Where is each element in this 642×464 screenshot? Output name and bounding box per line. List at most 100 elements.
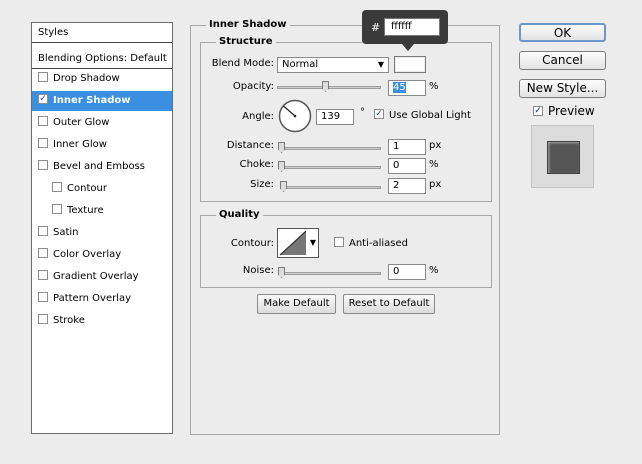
choke-value: 0 bbox=[393, 160, 400, 171]
angle-input[interactable]: 139 bbox=[316, 109, 354, 125]
new-style-button[interactable]: New Style... bbox=[519, 79, 606, 98]
distance-input[interactable]: 1 bbox=[388, 139, 426, 155]
chevron-down-icon: ▼ bbox=[377, 60, 384, 69]
style-item-bevel-and-emboss[interactable]: Bevel and Emboss bbox=[32, 157, 172, 177]
style-item-label: Stroke bbox=[53, 315, 85, 326]
reset-to-default-label: Reset to Default bbox=[348, 298, 430, 309]
style-item-label: Inner Shadow bbox=[53, 95, 131, 106]
styles-header[interactable]: Styles bbox=[32, 23, 172, 43]
style-item-label: Color Overlay bbox=[53, 249, 122, 260]
noise-unit: % bbox=[429, 265, 439, 276]
style-checkbox-satin[interactable] bbox=[38, 226, 48, 236]
style-checkbox-texture[interactable] bbox=[52, 204, 62, 214]
style-item-pattern-overlay[interactable]: Pattern Overlay bbox=[32, 289, 172, 309]
contour-chevron-down-icon: ▼ bbox=[309, 238, 316, 247]
size-input[interactable]: 2 bbox=[388, 178, 426, 194]
make-default-button[interactable]: Make Default bbox=[257, 294, 336, 314]
tooltip-pointer bbox=[402, 44, 414, 51]
style-item-label: Pattern Overlay bbox=[53, 293, 132, 304]
blending-options-label: Blending Options: Default bbox=[38, 53, 167, 64]
style-item-color-overlay[interactable]: Color Overlay bbox=[32, 245, 172, 265]
style-checkbox-bevel-and-emboss[interactable] bbox=[38, 160, 48, 170]
noise-slider-track[interactable] bbox=[280, 272, 381, 275]
angle-value: 139 bbox=[321, 111, 341, 122]
style-item-outer-glow[interactable]: Outer Glow bbox=[32, 113, 172, 133]
style-item-label: Gradient Overlay bbox=[53, 271, 139, 282]
distance-value: 1 bbox=[393, 141, 400, 152]
anti-aliased-label: Anti-aliased bbox=[349, 238, 409, 249]
styles-panel: Styles Blending Options: Default Drop Sh… bbox=[31, 22, 173, 434]
style-item-contour[interactable]: Contour bbox=[32, 179, 172, 199]
angle-unit: ° bbox=[360, 107, 365, 118]
blend-mode-select[interactable]: Normal ▼ bbox=[277, 57, 389, 73]
preview-checkbox[interactable]: Preview bbox=[533, 104, 595, 118]
noise-value: 0 bbox=[393, 266, 400, 277]
blending-options-item[interactable]: Blending Options: Default bbox=[32, 49, 172, 69]
style-item-label: Satin bbox=[53, 227, 79, 238]
style-checkbox-drop-shadow[interactable] bbox=[38, 72, 48, 82]
shadow-color-fill bbox=[396, 58, 424, 71]
new-style-label: New Style... bbox=[526, 81, 599, 95]
size-value: 2 bbox=[393, 180, 400, 191]
opacity-input[interactable]: 45 bbox=[388, 80, 426, 96]
contour-curve-icon bbox=[279, 230, 307, 256]
hash-label: # bbox=[371, 21, 381, 34]
style-item-label: Drop Shadow bbox=[53, 73, 120, 84]
style-checkbox-inner-shadow[interactable] bbox=[38, 94, 48, 104]
quality-title: Quality bbox=[216, 209, 263, 220]
cancel-label: Cancel bbox=[542, 53, 583, 67]
choke-unit: % bbox=[429, 159, 439, 170]
style-item-label: Outer Glow bbox=[53, 117, 110, 128]
choke-input[interactable]: 0 bbox=[388, 158, 426, 174]
style-item-texture[interactable]: Texture bbox=[32, 201, 172, 221]
style-item-stroke[interactable]: Stroke bbox=[32, 311, 172, 331]
style-item-satin[interactable]: Satin bbox=[32, 223, 172, 243]
preview-swatch bbox=[547, 141, 580, 174]
style-checkbox-inner-glow[interactable] bbox=[38, 138, 48, 148]
inner-shadow-title: Inner Shadow bbox=[206, 19, 290, 30]
angle-dial[interactable] bbox=[278, 99, 312, 133]
distance-label: Distance: bbox=[226, 140, 274, 151]
preview-label: Preview bbox=[548, 104, 595, 118]
size-slider-track[interactable] bbox=[280, 186, 381, 189]
anti-aliased-check-icon bbox=[334, 237, 344, 247]
contour-label: Contour: bbox=[230, 238, 274, 249]
choke-label: Choke: bbox=[239, 159, 274, 170]
style-checkbox-contour[interactable] bbox=[52, 182, 62, 192]
style-item-gradient-overlay[interactable]: Gradient Overlay bbox=[32, 267, 172, 287]
opacity-value: 45 bbox=[393, 82, 406, 93]
ok-label: OK bbox=[553, 26, 572, 40]
distance-unit: px bbox=[429, 140, 442, 151]
distance-slider-track[interactable] bbox=[280, 147, 381, 150]
ok-button[interactable]: OK bbox=[519, 23, 606, 42]
style-checkbox-gradient-overlay[interactable] bbox=[38, 270, 48, 280]
style-checkbox-stroke[interactable] bbox=[38, 314, 48, 324]
style-item-inner-shadow[interactable]: Inner Shadow bbox=[32, 91, 172, 111]
reset-to-default-button[interactable]: Reset to Default bbox=[343, 294, 435, 314]
style-item-label: Texture bbox=[67, 205, 104, 216]
shadow-color-swatch[interactable] bbox=[394, 56, 426, 73]
style-checkbox-color-overlay[interactable] bbox=[38, 248, 48, 258]
contour-picker[interactable]: ▼ bbox=[277, 228, 319, 258]
angle-label: Angle: bbox=[242, 111, 274, 122]
hex-color-value: ffffff bbox=[391, 21, 412, 32]
anti-aliased-checkbox[interactable]: Anti-aliased bbox=[334, 237, 409, 249]
opacity-label: Opacity: bbox=[232, 81, 274, 92]
preview-box bbox=[531, 125, 594, 188]
style-item-inner-glow[interactable]: Inner Glow bbox=[32, 135, 172, 155]
noise-input[interactable]: 0 bbox=[388, 264, 426, 280]
use-global-light-label: Use Global Light bbox=[389, 110, 471, 121]
color-tooltip: # ffffff bbox=[362, 10, 448, 44]
style-item-label: Bevel and Emboss bbox=[53, 161, 145, 172]
hex-color-input[interactable]: ffffff bbox=[384, 18, 440, 36]
styles-header-label: Styles bbox=[38, 27, 69, 38]
use-global-light-checkbox[interactable]: Use Global Light bbox=[374, 109, 471, 121]
opacity-slider-track[interactable] bbox=[277, 86, 381, 89]
size-label: Size: bbox=[250, 179, 274, 190]
style-checkbox-outer-glow[interactable] bbox=[38, 116, 48, 126]
style-checkbox-pattern-overlay[interactable] bbox=[38, 292, 48, 302]
structure-title: Structure bbox=[216, 36, 276, 47]
choke-slider-track[interactable] bbox=[280, 166, 381, 169]
style-item-drop-shadow[interactable]: Drop Shadow bbox=[32, 69, 172, 89]
cancel-button[interactable]: Cancel bbox=[519, 51, 606, 70]
